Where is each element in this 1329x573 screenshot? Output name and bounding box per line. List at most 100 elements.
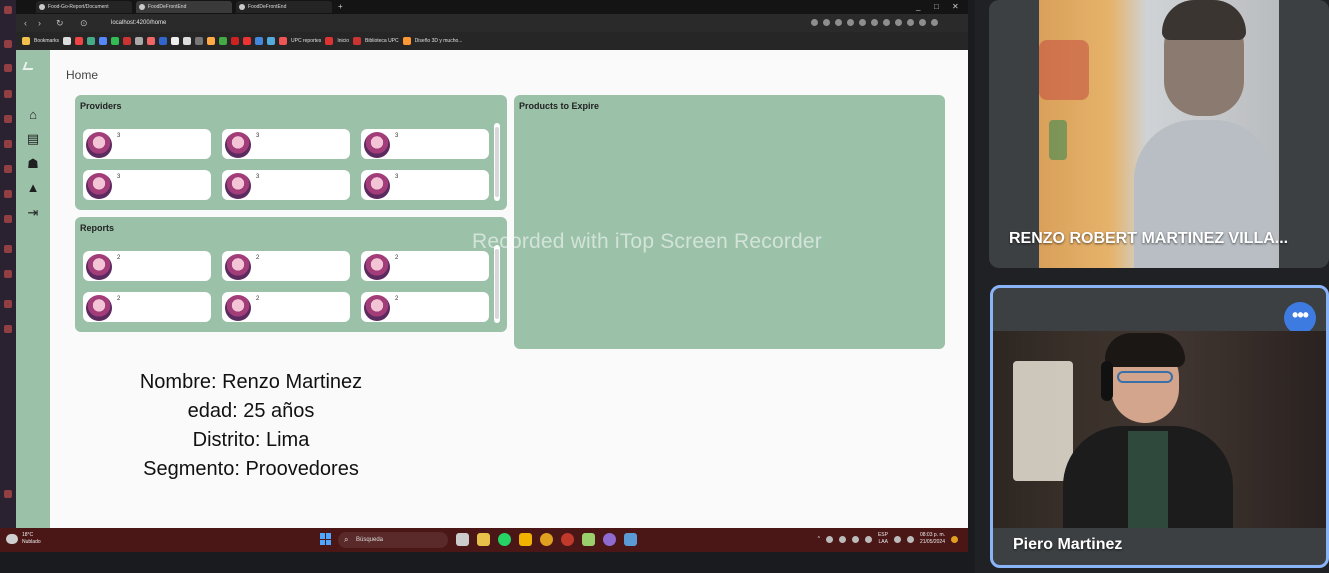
volume-icon[interactable] [906, 535, 914, 543]
bookmark-item[interactable]: UPC reportes [291, 38, 321, 44]
reports-scrollbar[interactable] [494, 245, 500, 323]
archive-icon[interactable]: ▤ [25, 131, 41, 147]
bookmark-item[interactable]: Inicio [337, 38, 349, 44]
app-sidebar: ⌂ ▤ ☗ ▲ ⇥ [16, 50, 50, 528]
chrome-icon[interactable] [540, 533, 553, 546]
logout-icon[interactable]: ⇥ [25, 205, 41, 221]
tray-icon[interactable] [864, 535, 872, 543]
weather-icon[interactable] [6, 534, 18, 544]
more-options-button[interactable]: ••• [1284, 302, 1316, 334]
avatar [364, 173, 390, 199]
report-card[interactable]: 2 [83, 251, 211, 281]
report-card[interactable]: 2 [222, 251, 350, 281]
home-icon[interactable]: ⌂ [25, 107, 41, 123]
whatsapp-icon[interactable] [498, 533, 511, 546]
providers-scrollbar[interactable] [494, 123, 500, 201]
provider-count: 3 [256, 133, 260, 139]
avatar [86, 295, 112, 321]
back-icon[interactable]: ‹ [24, 16, 27, 30]
report-count: 2 [395, 296, 399, 302]
search-placeholder: Búsqueda [356, 537, 384, 543]
bookmark-item[interactable]: Bookmarks [34, 38, 59, 44]
browser-tab-bar: Food-Go-Report/Document FoodDeFrontEnd F… [16, 0, 968, 14]
bookmark-item[interactable]: Biblioteca UPC [365, 38, 399, 44]
provider-count: 3 [256, 174, 260, 180]
maximize-icon[interactable]: □ [934, 0, 939, 14]
provider-card[interactable]: 3 [83, 170, 211, 200]
provider-card[interactable]: 3 [361, 129, 489, 159]
report-card[interactable]: 2 [83, 292, 211, 322]
avatar [225, 132, 251, 158]
provider-count: 3 [395, 174, 399, 180]
breadcrumb[interactable]: Home [66, 68, 98, 82]
windows-start-icon[interactable] [320, 533, 332, 545]
report-count: 2 [256, 255, 260, 261]
avatar [225, 295, 251, 321]
tray-icon[interactable] [838, 535, 846, 543]
github-icon [39, 4, 45, 10]
report-card[interactable]: 2 [361, 251, 489, 281]
participant-video [993, 331, 1326, 528]
close-icon[interactable]: ✕ [952, 0, 959, 14]
tray-icon[interactable] [851, 535, 859, 543]
weather-temp: 18°C [22, 532, 34, 538]
search-icon: ⌕ [344, 535, 349, 544]
tab-label: Food-Go-Report/Document [48, 4, 109, 10]
provider-count: 3 [117, 133, 121, 139]
minimize-icon[interactable]: _ [916, 0, 920, 14]
app-icon[interactable] [477, 533, 490, 546]
language-layout: LAA [878, 539, 888, 545]
bookmark-item[interactable]: Diseño 3D y mucho... [415, 38, 463, 44]
tray-icon[interactable] [825, 535, 833, 543]
reload-icon[interactable]: ↻ [56, 16, 64, 30]
new-tab-icon[interactable]: + [338, 0, 343, 14]
browser-tab[interactable]: FoodDeFrontEnd [236, 1, 332, 13]
participant-name: RENZO ROBERT MARTINEZ VILLA... [1009, 230, 1289, 247]
brand-logo-icon [22, 62, 36, 70]
profile-age: edad: 25 años [187, 400, 315, 422]
app-icon[interactable] [582, 533, 595, 546]
app-icon[interactable] [603, 533, 616, 546]
browser-tab-active[interactable]: FoodDeFrontEnd [136, 1, 232, 13]
app-icon[interactable] [624, 533, 637, 546]
report-count: 2 [117, 296, 121, 302]
taskbar-apps [456, 533, 637, 546]
taskbar-search[interactable]: ⌕ Búsqueda [338, 532, 448, 548]
provider-card[interactable]: 3 [222, 129, 350, 159]
system-clock[interactable]: 08:03 p. m. 21/05/2024 [920, 532, 945, 546]
avatar [225, 254, 251, 280]
people-icon[interactable]: ☗ [25, 156, 41, 172]
language-indicator[interactable]: ESP LAA [878, 532, 888, 546]
provider-card[interactable]: 3 [361, 170, 489, 200]
reports-panel: Reports 2 2 2 2 2 2 [75, 217, 507, 332]
profile-segment: Segmento: Proovedores [143, 458, 359, 480]
browser-tab[interactable]: Food-Go-Report/Document [36, 1, 132, 13]
providers-panel: Providers 3 3 3 3 3 3 [75, 95, 507, 210]
report-card[interactable]: 2 [361, 292, 489, 322]
participant-tile-active[interactable]: ••• Piero Martinez [990, 285, 1329, 568]
report-count: 2 [117, 255, 121, 261]
report-count: 2 [256, 296, 260, 302]
favicon-icon [239, 4, 245, 10]
chevron-up-icon[interactable]: ^ [818, 536, 820, 542]
bell-icon[interactable]: ▲ [25, 180, 41, 196]
provider-card[interactable]: 3 [83, 129, 211, 159]
bookmark-icon [402, 37, 411, 45]
site-info-icon[interactable]: ⊙ [80, 16, 88, 30]
recorder-icon[interactable] [561, 533, 574, 546]
wifi-icon[interactable] [893, 535, 901, 543]
products-to-expire-panel: Products to Expire [514, 95, 945, 349]
recorder-watermark: Recorded with iTop Screen Recorder [472, 230, 822, 253]
profile-district: Distrito: Lima [192, 429, 310, 451]
extension-icons[interactable] [811, 19, 938, 26]
file-explorer-icon[interactable] [519, 533, 532, 546]
participant-tile[interactable]: RENZO ROBERT MARTINEZ VILLA... [989, 0, 1329, 268]
forward-icon[interactable]: › [38, 16, 41, 30]
bookmarks-bar: Bookmarks UPC reportes Inicio Biblioteca… [16, 32, 968, 50]
weather-widget[interactable]: 18°C Nublado [22, 532, 41, 546]
taskview-icon[interactable] [456, 533, 469, 546]
provider-card[interactable]: 3 [222, 170, 350, 200]
notification-icon[interactable] [951, 535, 958, 543]
report-card[interactable]: 2 [222, 292, 350, 322]
url-field[interactable]: localhost:4200/home [111, 17, 166, 29]
